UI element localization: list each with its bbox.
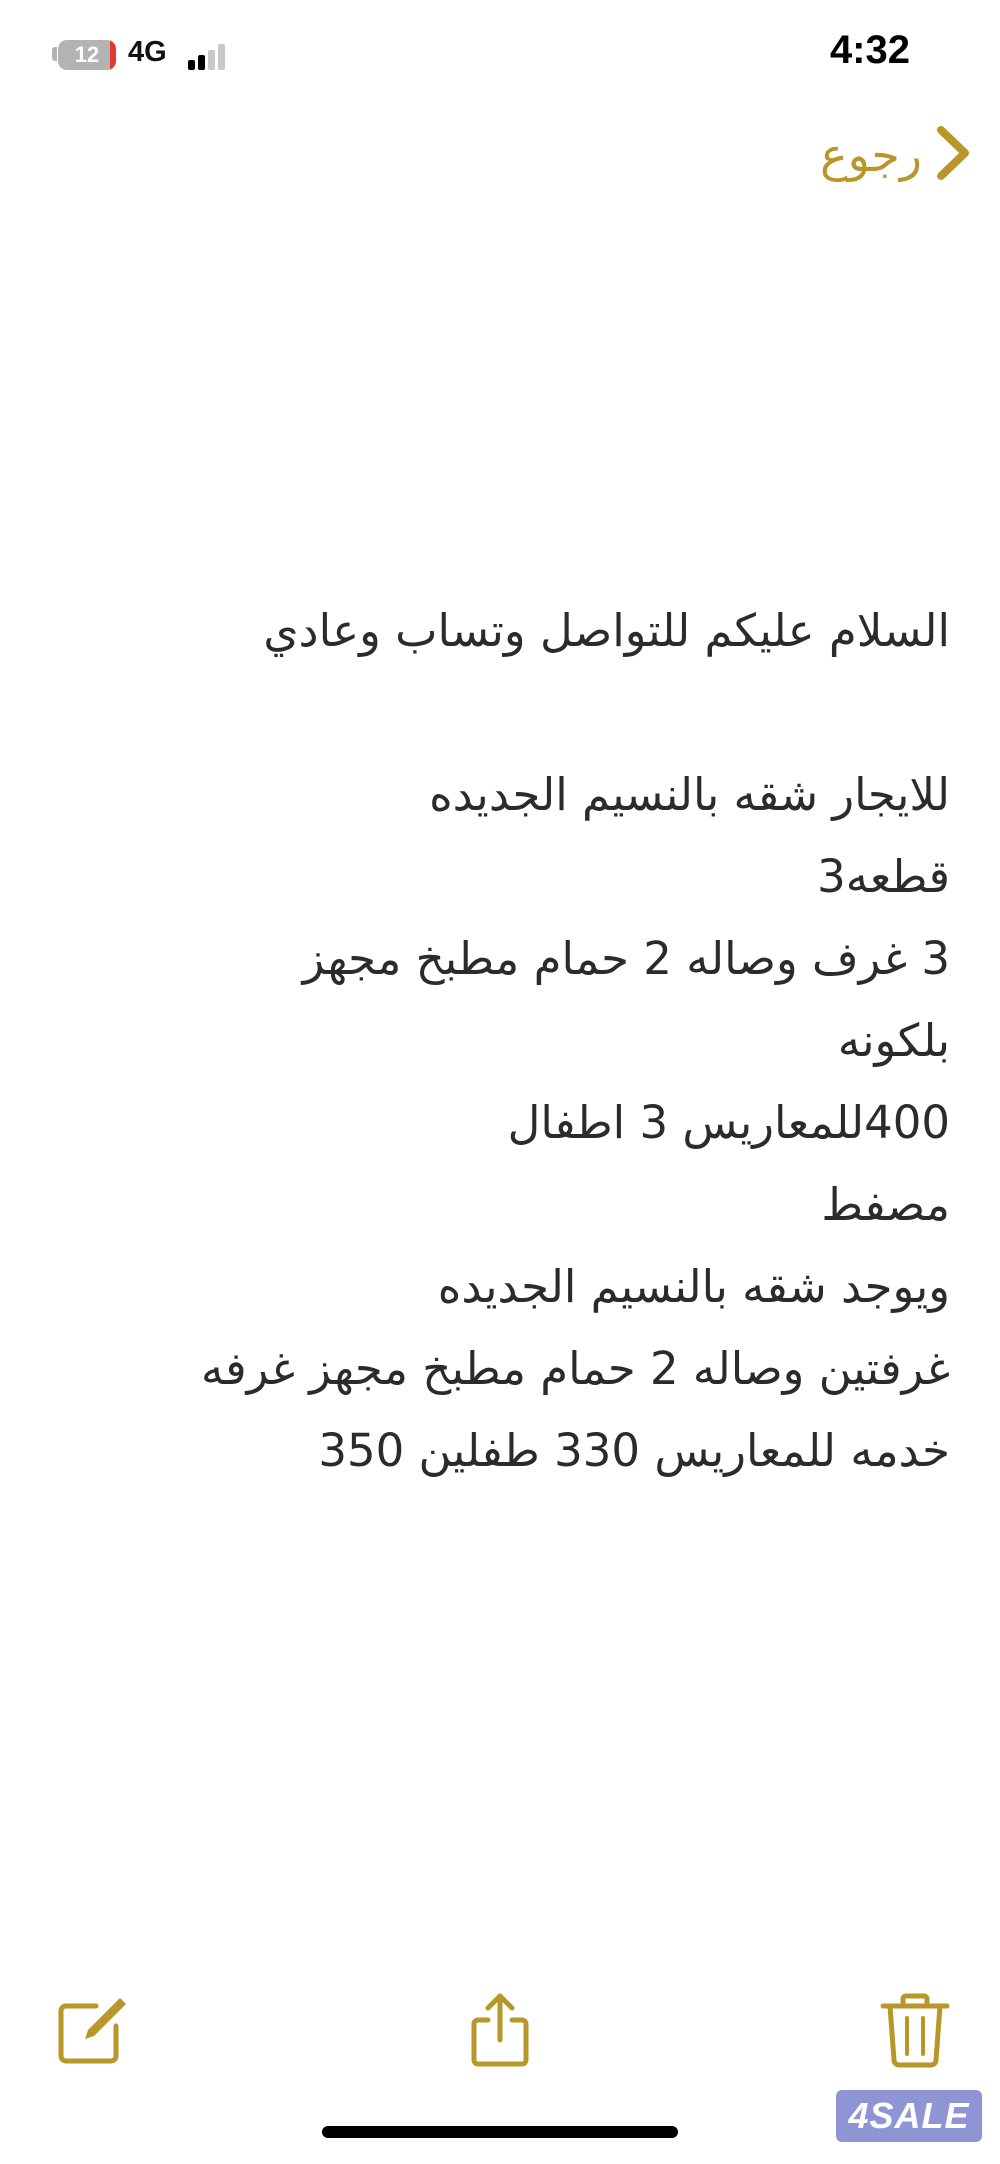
- note-line: للايجار شقه بالنسيم الجديده: [429, 768, 950, 821]
- note-line: خدمه للمعاريس 330 طفلين 350: [318, 1424, 950, 1477]
- note-line: [50, 672, 950, 754]
- compose-icon[interactable]: [52, 1990, 132, 2070]
- battery-icon: 12: [58, 40, 116, 70]
- network-type: 4G: [128, 36, 167, 68]
- bottom-toolbar: [0, 1960, 1000, 2090]
- trash-icon[interactable]: [875, 1990, 955, 2070]
- share-icon[interactable]: [460, 1990, 540, 2070]
- battery-nub: [52, 47, 57, 61]
- note-line: ويوجد شقه بالنسيم الجديده: [437, 1260, 950, 1313]
- note-line: بلكونه: [837, 1014, 950, 1067]
- note-line: السلام عليكم للتواصل وتساب وعادي: [263, 604, 950, 657]
- back-button[interactable]: رجوع: [820, 120, 970, 190]
- watermark-text: 4SALE: [848, 2095, 970, 2136]
- home-indicator[interactable]: [322, 2126, 678, 2138]
- note-line: مصفط: [821, 1178, 950, 1231]
- note-body[interactable]: السلام عليكم للتواصل وتساب وعادي للايجار…: [50, 590, 950, 1492]
- battery-level: 12: [74, 42, 100, 67]
- watermark-logo: 4SALE: [836, 2090, 982, 2142]
- status-time: 4:32: [829, 28, 910, 72]
- note-line: غرفتين وصاله 2 حمام مطبخ مجهز غرفه: [200, 1342, 950, 1395]
- note-line: 3 غرف وصاله 2 حمام مطبخ مجهز: [302, 932, 950, 985]
- note-line: 400للمعاريس 3 اطفال: [507, 1096, 950, 1149]
- status-bar: 12 4G 4:32: [0, 0, 1000, 110]
- back-label: رجوع: [820, 128, 922, 182]
- chevron-right-icon: [936, 125, 970, 185]
- note-line: قطعه3: [817, 850, 950, 903]
- signal-icon: [188, 44, 232, 70]
